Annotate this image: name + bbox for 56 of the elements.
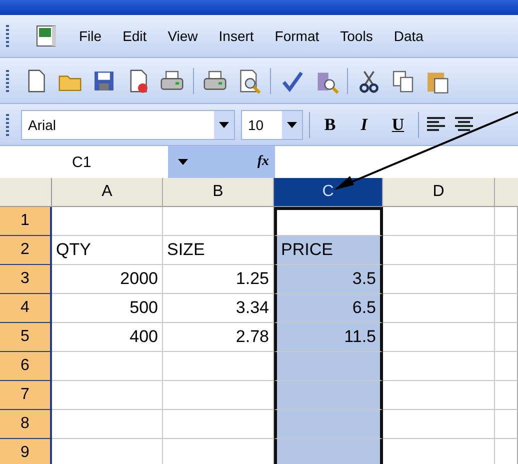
cell[interactable]: 2000 [52, 265, 163, 294]
column-header[interactable]: D [383, 178, 495, 207]
italic-button[interactable]: I [350, 114, 378, 134]
cell[interactable] [495, 207, 518, 236]
name-box[interactable]: C1 [0, 146, 168, 178]
row-header[interactable]: 9 [0, 439, 52, 464]
menu-item[interactable]: Tools [340, 28, 373, 44]
column-header[interactable]: A [52, 178, 163, 207]
row-header[interactable]: 3 [0, 265, 52, 294]
row-header[interactable]: 7 [0, 381, 52, 410]
caret-icon [287, 122, 297, 128]
column-header[interactable] [495, 178, 518, 207]
row-header[interactable]: 1 [0, 207, 52, 236]
menu-item[interactable]: Edit [122, 28, 147, 44]
cell[interactable]: 500 [52, 294, 163, 323]
font-name: Arial [27, 116, 58, 132]
row-header[interactable]: 2 [0, 236, 52, 265]
menu-item[interactable]: Insert [218, 28, 254, 44]
cell[interactable]: 3.5 [274, 265, 383, 294]
cell[interactable]: QTY [52, 236, 163, 265]
cell[interactable] [495, 294, 518, 323]
cell[interactable] [274, 207, 383, 236]
bold-button[interactable]: B [316, 114, 344, 134]
menu-item[interactable]: Data [394, 28, 424, 44]
cell[interactable] [495, 410, 518, 439]
cell[interactable] [495, 323, 518, 352]
cell[interactable] [495, 381, 518, 410]
column-header[interactable]: B [163, 178, 274, 207]
row-header[interactable]: 6 [0, 352, 52, 381]
caret-icon [219, 122, 229, 128]
cell[interactable]: PRICE [274, 236, 383, 265]
menu-item[interactable]: View [168, 28, 198, 44]
row-header[interactable]: 4 [0, 294, 52, 323]
underline-button[interactable]: U [384, 114, 412, 134]
cell[interactable] [495, 265, 518, 294]
cell[interactable] [274, 410, 383, 439]
cell[interactable] [274, 439, 383, 464]
function-label[interactable]: fx [257, 154, 269, 170]
menu-item[interactable]: File [79, 28, 102, 44]
row-header[interactable]: 5 [0, 323, 52, 352]
font-size-dropdown[interactable]: 10 [241, 110, 303, 140]
spreadsheet-app-icon[interactable] [36, 24, 58, 48]
menu-item[interactable]: Format [274, 28, 320, 44]
cell[interactable] [495, 352, 518, 381]
cell[interactable] [274, 381, 383, 410]
cell[interactable]: 400 [52, 323, 163, 352]
font-size: 10 [247, 116, 265, 132]
caret-icon[interactable] [178, 159, 188, 165]
cell[interactable] [274, 352, 383, 381]
font-dropdown[interactable]: Arial [21, 110, 235, 140]
cell[interactable]: 6.5 [274, 294, 383, 323]
column-header[interactable]: C [274, 178, 383, 207]
select-all-corner[interactable] [0, 178, 52, 207]
row-header[interactable]: 8 [0, 410, 52, 439]
cell[interactable]: 11.5 [274, 323, 383, 352]
cell[interactable] [495, 236, 518, 265]
